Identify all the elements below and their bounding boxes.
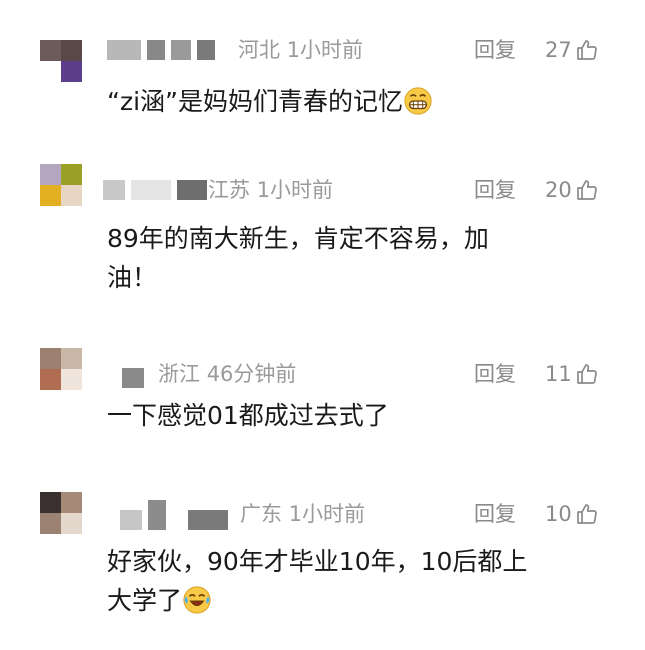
comment-item: 江苏 1小时前 回复 20 89年的南大新生，肯定不容易，加 油！ [0,164,645,306]
like-count: 11 [545,362,572,386]
comment-text-content: 大学了 [107,586,183,615]
comment-meta: 河北 1小时前 [238,36,363,64]
avatar[interactable] [40,492,82,534]
comment-text: 好家伙，90年才毕业10年，10后都上 大学了 [107,542,612,620]
username-blurred[interactable] [107,40,215,60]
comment-text: 89年的南大新生，肯定不容易，加 油！ [107,219,612,297]
reply-button[interactable]: 回复 [474,176,516,204]
comment-text-content: 一下感觉01都成过去式了 [107,401,389,430]
comment-text-line: 大学了 [107,581,612,620]
username-blurred[interactable] [120,500,228,530]
laughing-crying-face-icon [183,586,211,614]
thumbs-up-icon [576,504,597,524]
location: 河北 [238,38,280,62]
comment-item: 浙江 46分钟前 回复 11 一下感觉01都成过去式了 [0,348,645,440]
location: 浙江 [158,362,200,386]
avatar[interactable] [40,164,82,206]
reply-button[interactable]: 回复 [474,36,516,64]
username-blurred[interactable] [103,180,207,200]
comment-text-line: 89年的南大新生，肯定不容易，加 [107,224,489,253]
reply-button[interactable]: 回复 [474,500,516,528]
comment-text: “zi涵”是妈妈们青春的记忆 [107,82,612,121]
timestamp: 1小时前 [286,38,364,62]
thumbs-up-icon [576,364,597,384]
comment-meta: 江苏 1小时前 [208,176,333,204]
like-button[interactable]: 10 [545,500,599,528]
comment-text-line: 好家伙，90年才毕业10年，10后都上 [107,547,528,576]
timestamp: 1小时前 [256,178,334,202]
like-button[interactable]: 20 [545,176,599,204]
comment-meta: 广东 1小时前 [240,500,365,528]
reply-button[interactable]: 回复 [474,360,516,388]
thumbs-up-icon [576,180,597,200]
like-button[interactable]: 11 [545,360,599,388]
like-count: 10 [545,502,572,526]
comment-text-content: “zi涵”是妈妈们青春的记忆 [107,87,403,116]
comment-text-line: 油！ [107,263,158,292]
username-blurred[interactable] [122,368,144,388]
like-count: 20 [545,178,572,202]
avatar[interactable] [40,40,82,82]
timestamp: 1小时前 [288,502,366,526]
location: 广东 [240,502,282,526]
like-button[interactable]: 27 [545,36,599,64]
timestamp: 46分钟前 [206,362,297,386]
like-count: 27 [545,38,572,62]
comment-item: 河北 1小时前 回复 27 “zi涵”是妈妈们青春的记忆 [0,36,645,146]
grinning-face-icon [404,87,432,115]
avatar[interactable] [40,348,82,390]
comment-text: 一下感觉01都成过去式了 [107,396,612,435]
comment-meta: 浙江 46分钟前 [158,360,296,388]
location: 江苏 [208,178,250,202]
comment-item: 广东 1小时前 回复 10 好家伙，90年才毕业10年，10后都上 大学了 [0,492,645,630]
thumbs-up-icon [576,40,597,60]
